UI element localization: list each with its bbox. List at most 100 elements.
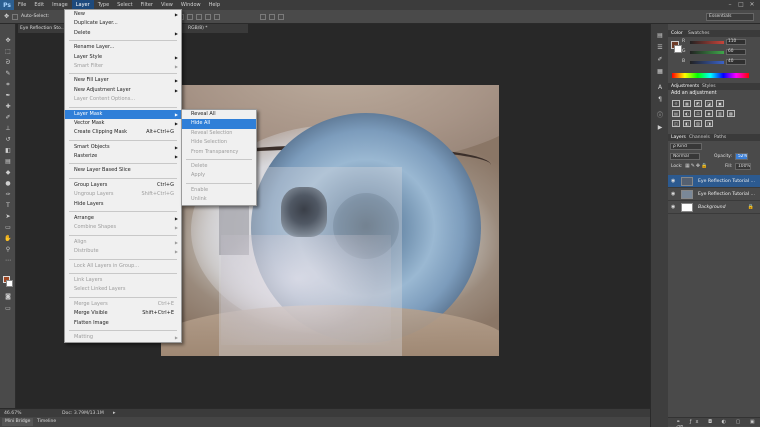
visibility-eye-icon[interactable]: ◉: [671, 178, 675, 184]
3d-mode-icon[interactable]: [260, 13, 267, 20]
tab-color[interactable]: Color: [671, 30, 683, 37]
more-tools-icon[interactable]: ⋯: [3, 256, 13, 265]
maximize-button[interactable]: □: [737, 1, 745, 8]
pen-tool-icon[interactable]: ✑: [3, 190, 13, 199]
layer-menu-item-create-clipping-mask[interactable]: Create Clipping Mask Alt+Ctrl+G: [65, 128, 181, 137]
adjustment-icon[interactable]: ▩: [727, 110, 735, 117]
opacity-input[interactable]: 52%: [735, 153, 748, 160]
color-g-value[interactable]: 60: [726, 49, 746, 55]
move-tool-icon[interactable]: ✥: [4, 13, 9, 20]
3d-roll-icon[interactable]: [278, 13, 285, 20]
layer-actions-icons[interactable]: ⚭ ƒx ◘ ◐ ▢ ▣ ⌫: [676, 419, 760, 427]
minimize-button[interactable]: –: [726, 1, 734, 8]
move-tool-icon[interactable]: ✥: [3, 36, 13, 45]
3d-rotate-icon[interactable]: [269, 13, 276, 20]
path-select-tool-icon[interactable]: ➤: [3, 212, 13, 221]
layer-menu-item-merge-visible[interactable]: Merge Visible Shift+Ctrl+E: [65, 309, 181, 318]
eyedropper-tool-icon[interactable]: ✒: [3, 91, 13, 100]
layer-row[interactable]: ◉ Eye Reflection Tutorial ...: [668, 188, 760, 201]
quick-select-tool-icon[interactable]: ✎: [3, 69, 13, 78]
layer-menu-item-hide-layers[interactable]: Hide Layers: [65, 200, 181, 209]
layer-menu-item-group-layers[interactable]: Group Layers Ctrl+G: [65, 181, 181, 190]
status-arrow-icon[interactable]: ▸: [113, 410, 116, 417]
adjustment-icon[interactable]: ◧: [683, 120, 691, 127]
brush-panel-icon[interactable]: ✐: [655, 56, 665, 64]
adjustment-icon[interactable]: ◉: [705, 110, 713, 117]
tab-swatches[interactable]: Swatches: [688, 30, 710, 37]
history-panel-icon[interactable]: ▤: [655, 32, 665, 40]
color-b-value[interactable]: 40: [726, 59, 746, 65]
layer-menu-item-delete[interactable]: Delete ▶: [65, 29, 181, 38]
layer-menu-item-vector-mask[interactable]: Vector Mask ▶: [65, 119, 181, 128]
adjustment-icon[interactable]: ▨: [694, 120, 702, 127]
quick-mask-icon[interactable]: ◙: [3, 292, 13, 301]
tab-paths[interactable]: Paths: [714, 134, 726, 141]
layer-menu-item-new-adjustment-layer[interactable]: New Adjustment Layer ▶: [65, 86, 181, 95]
layer-row[interactable]: ◉ Background 🔒: [668, 201, 760, 214]
align-left-icon[interactable]: [196, 13, 203, 20]
screen-mode-icon[interactable]: ▭: [3, 304, 13, 313]
brush-tool-icon[interactable]: ✐: [3, 113, 13, 122]
layer-menu-item-new-layer-based-slice[interactable]: New Layer Based Slice: [65, 166, 181, 175]
align-center-icon[interactable]: [205, 13, 212, 20]
menu-file[interactable]: File: [14, 0, 30, 10]
adjustment-icon[interactable]: ▤: [672, 110, 680, 117]
healing-brush-icon[interactable]: ✚: [3, 102, 13, 111]
shape-tool-icon[interactable]: ▭: [3, 223, 13, 232]
color-r-slider[interactable]: [690, 41, 724, 44]
character-panel-icon[interactable]: A: [655, 84, 665, 92]
align-bottom-icon[interactable]: [187, 13, 194, 20]
lasso-tool-icon[interactable]: ᘐ: [3, 58, 13, 67]
clone-stamp-icon[interactable]: ⊥: [3, 124, 13, 133]
blend-mode-select[interactable]: Normal: [670, 153, 700, 160]
close-window-button[interactable]: ✕: [748, 1, 756, 8]
adjustment-icon[interactable]: ◩: [694, 100, 702, 107]
adjustment-icon[interactable]: ▦: [683, 100, 691, 107]
layer-menu-item-duplicate-layer[interactable]: Duplicate Layer...: [65, 19, 181, 28]
color-b-slider[interactable]: [690, 61, 724, 64]
layer-menu-item-flatten-image[interactable]: Flatten Image: [65, 319, 181, 328]
lock-options-icon[interactable]: ▦✎✥🔒: [685, 163, 708, 169]
workspace-select[interactable]: Essentials: [706, 13, 754, 21]
color-g-slider[interactable]: [690, 51, 724, 54]
adjustment-icon[interactable]: ▣: [716, 100, 724, 107]
fill-input[interactable]: 100%: [735, 163, 751, 170]
adjustment-icon[interactable]: ◐: [683, 110, 691, 117]
color-spectrum-bar[interactable]: [672, 73, 749, 78]
type-tool-icon[interactable]: T: [3, 201, 13, 210]
hand-tool-icon[interactable]: ✋: [3, 234, 13, 243]
menu-edit[interactable]: Edit: [30, 0, 48, 10]
adjustment-icon[interactable]: ◨: [705, 120, 713, 127]
layer-menu-item-arrange[interactable]: Arrange ▶: [65, 214, 181, 223]
tab-layers[interactable]: Layers: [671, 134, 686, 141]
layer-menu-item-smart-objects[interactable]: Smart Objects ▶: [65, 143, 181, 152]
layer-menu-item-layer-style[interactable]: Layer Style ▶: [65, 53, 181, 62]
actions-panel-icon[interactable]: ▶: [655, 124, 665, 132]
adjustment-icon[interactable]: ⚖: [694, 110, 702, 117]
marquee-tool-icon[interactable]: ⬚: [3, 47, 13, 56]
zoom-level[interactable]: 46.67%: [4, 410, 22, 417]
tab-adjustments[interactable]: Adjustments: [671, 83, 699, 90]
info-panel-icon[interactable]: ⓘ: [655, 112, 665, 120]
crop-tool-icon[interactable]: ⌗: [3, 80, 13, 89]
zoom-tool-icon[interactable]: ⚲: [3, 245, 13, 254]
layer-filter-kind[interactable]: ρ Kind: [670, 143, 702, 150]
background-color-swatch[interactable]: [6, 280, 13, 287]
layer-mask-item-hide-all[interactable]: Hide All: [182, 119, 256, 129]
bg-color-preview[interactable]: [674, 45, 682, 53]
paragraph-panel-icon[interactable]: ¶: [655, 96, 665, 104]
tab-styles[interactable]: Styles: [702, 83, 716, 90]
eraser-tool-icon[interactable]: ◧: [3, 146, 13, 155]
layer-menu-item-layer-mask[interactable]: Layer Mask ▶: [65, 109, 181, 119]
auto-select-checkbox[interactable]: [12, 13, 19, 20]
tab-channels[interactable]: Channels: [689, 134, 710, 141]
adjustment-icon[interactable]: ▥: [716, 110, 724, 117]
tab-mini-bridge[interactable]: Mini Bridge: [2, 418, 34, 426]
menu-help[interactable]: Help: [205, 0, 224, 10]
adjustment-icon[interactable]: ☼: [672, 100, 680, 107]
layer-mask-item-reveal-all[interactable]: Reveal All: [182, 110, 256, 119]
dodge-tool-icon[interactable]: ●: [3, 179, 13, 188]
layer-menu-item-new[interactable]: New ▶: [65, 10, 181, 19]
gradient-tool-icon[interactable]: ▤: [3, 157, 13, 166]
brush-presets-icon[interactable]: ▦: [655, 68, 665, 76]
